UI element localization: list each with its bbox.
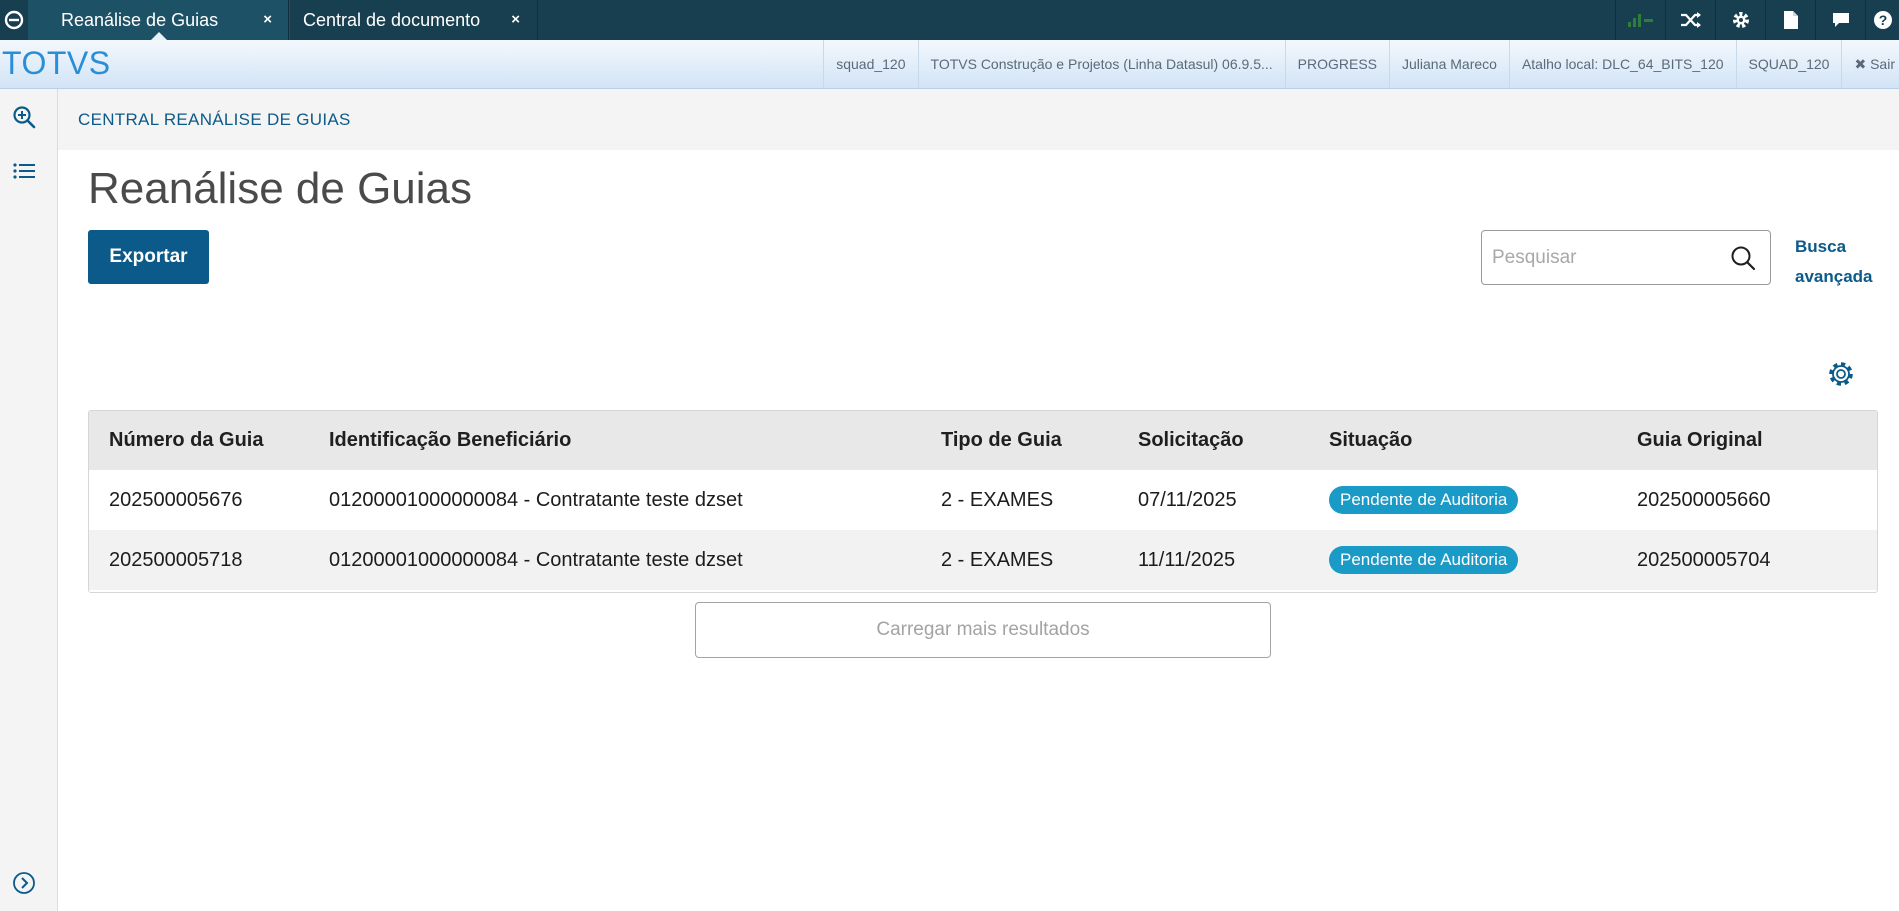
tab-label: Reanálise de Guias bbox=[61, 9, 219, 30]
cell-solicitacao: 07/11/2025 bbox=[1138, 488, 1237, 511]
tab-divider bbox=[537, 0, 538, 40]
search-icon[interactable] bbox=[1730, 245, 1756, 271]
table-settings-gear-icon[interactable] bbox=[1825, 358, 1857, 390]
info-product[interactable]: TOTVS Construção e Projetos (Linha Datas… bbox=[917, 40, 1285, 88]
expand-icon[interactable] bbox=[10, 869, 38, 897]
cell-numero-da-guia: 202500005718 bbox=[109, 548, 243, 571]
info-shortcut[interactable]: Atalho local: DLC_64_BITS_120 bbox=[1508, 40, 1736, 88]
left-sidebar bbox=[0, 89, 58, 911]
tab-reanalise-de-guias[interactable]: Reanálise de Guias × bbox=[28, 0, 290, 40]
app-logo-icon[interactable] bbox=[0, 0, 28, 40]
status-badge: Pendente de Auditoria bbox=[1329, 486, 1519, 514]
logout-button[interactable]: ✖ Sair bbox=[1841, 40, 1899, 88]
info-database[interactable]: PROGRESS bbox=[1284, 40, 1389, 88]
col-tipo-de-guia[interactable]: Tipo de Guia bbox=[941, 411, 1138, 470]
cell-tipo-de-guia: 2 - EXAMES bbox=[941, 488, 1054, 511]
signal-icon[interactable] bbox=[1615, 0, 1665, 40]
table-header-row: Número da Guia Identificação Beneficiári… bbox=[89, 411, 1877, 470]
cell-situacao: Pendente de Auditoria bbox=[1329, 470, 1637, 530]
shuffle-icon[interactable] bbox=[1665, 0, 1715, 40]
info-user[interactable]: Juliana Mareco bbox=[1389, 40, 1509, 88]
advanced-search-line1: Busca bbox=[1795, 237, 1847, 256]
tab-close-icon[interactable]: × bbox=[511, 11, 520, 28]
cell-identificacao-beneficiario: 01200001000000084 - Contratante teste dz… bbox=[329, 548, 743, 571]
top-toolbar: ? bbox=[1615, 0, 1899, 40]
col-solicitacao[interactable]: Solicitação bbox=[1138, 411, 1329, 470]
info-company-code[interactable]: squad_120 bbox=[823, 40, 917, 88]
search-box bbox=[1481, 230, 1771, 285]
cell-solicitacao: 11/11/2025 bbox=[1138, 548, 1236, 571]
breadcrumb[interactable]: CENTRAL REANÁLISE DE GUIAS bbox=[78, 110, 351, 130]
col-identificacao-beneficiario[interactable]: Identificação Beneficiário bbox=[329, 411, 941, 470]
cell-situacao: Pendente de Auditoria bbox=[1329, 530, 1637, 590]
session-info: squad_120 TOTVS Construção e Projetos (L… bbox=[823, 40, 1899, 88]
cell-identificacao-beneficiario: 01200001000000084 - Contratante teste dz… bbox=[329, 488, 743, 511]
load-more-button[interactable]: Carregar mais resultados bbox=[695, 602, 1271, 658]
status-badge: Pendente de Auditoria bbox=[1329, 546, 1519, 574]
list-icon[interactable] bbox=[10, 157, 38, 185]
brand-logo: TOTVS bbox=[2, 45, 111, 81]
cell-guia-original: 202500005660 bbox=[1637, 488, 1771, 511]
search-input[interactable] bbox=[1482, 231, 1722, 284]
cell-numero-da-guia: 202500005676 bbox=[109, 488, 243, 511]
col-situacao[interactable]: Situação bbox=[1329, 411, 1637, 470]
col-numero-da-guia[interactable]: Número da Guia bbox=[89, 411, 329, 470]
zoom-in-icon[interactable] bbox=[10, 103, 38, 131]
table-row[interactable]: 202500005718 01200001000000084 - Contrat… bbox=[89, 530, 1877, 590]
svg-text:?: ? bbox=[1878, 12, 1887, 28]
chat-icon[interactable] bbox=[1815, 0, 1865, 40]
info-bar: TOTVS squad_120 TOTVS Construção e Proje… bbox=[0, 40, 1899, 89]
document-icon[interactable] bbox=[1765, 0, 1815, 40]
breadcrumb-bar: CENTRAL REANÁLISE DE GUIAS bbox=[58, 89, 1899, 150]
table-row[interactable]: 202500005676 01200001000000084 - Contrat… bbox=[89, 470, 1877, 530]
top-tab-bar: Reanálise de Guias × Central de document… bbox=[0, 0, 1899, 40]
guias-table: Número da Guia Identificação Beneficiári… bbox=[88, 410, 1878, 593]
cell-guia-original: 202500005704 bbox=[1637, 548, 1771, 571]
gear-icon[interactable] bbox=[1715, 0, 1765, 40]
tab-label: Central de documento bbox=[303, 9, 481, 30]
info-squad[interactable]: SQUAD_120 bbox=[1735, 40, 1842, 88]
advanced-search-link[interactable]: Busca avançada bbox=[1795, 232, 1885, 292]
col-guia-original[interactable]: Guia Original bbox=[1637, 411, 1877, 470]
help-icon[interactable]: ? bbox=[1865, 0, 1899, 40]
tab-central-de-documento[interactable]: Central de documento × bbox=[270, 0, 538, 40]
active-tab-indicator bbox=[151, 32, 167, 40]
page-title: Reanálise de Guias bbox=[88, 164, 473, 213]
export-button[interactable]: Exportar bbox=[88, 230, 209, 284]
advanced-search-line2: avançada bbox=[1795, 267, 1873, 286]
cell-tipo-de-guia: 2 - EXAMES bbox=[941, 548, 1054, 571]
